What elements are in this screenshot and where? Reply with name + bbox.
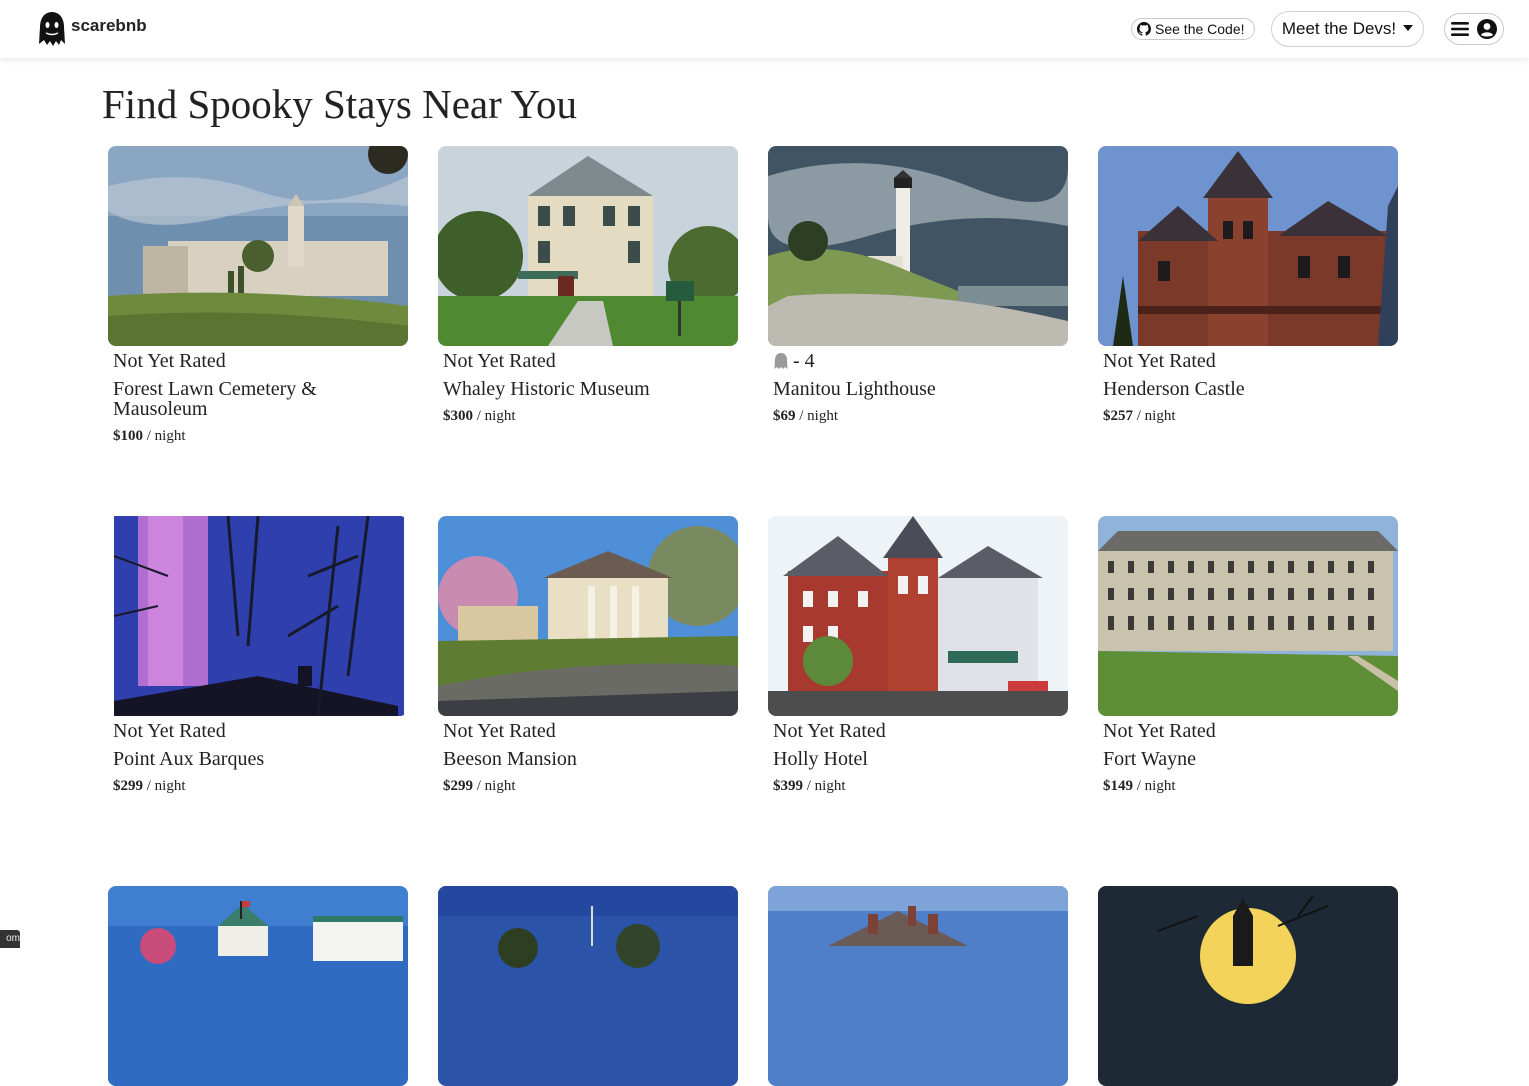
listing-rating: Not Yet Rated xyxy=(443,720,556,742)
listing-name: Holly Hotel xyxy=(773,748,868,770)
listing-name: Fort Wayne xyxy=(1103,748,1197,770)
listing-name: Whaley Historic Museum xyxy=(443,378,650,400)
listing-image[interactable] xyxy=(108,516,408,716)
listing-price: $399 / night xyxy=(773,778,846,794)
meet-the-devs-dropdown[interactable]: Meet the Devs! xyxy=(1271,11,1424,47)
corner-tooltip-tag: om xyxy=(0,930,20,948)
listing-name: Point Aux Barques xyxy=(113,748,265,770)
github-icon xyxy=(1137,22,1151,36)
listing-card[interactable]: Not Yet Rated Point Aux Barques $299 / n… xyxy=(108,516,408,795)
listing-card[interactable]: Not Yet Rated Forest Lawn Cemetery & Mau… xyxy=(108,146,408,445)
listing-card[interactable]: Not Yet Rated Fort Wayne $149 / night xyxy=(1098,516,1398,795)
listing-rating: Not Yet Rated xyxy=(113,350,226,372)
see-the-code-label: See the Code! xyxy=(1155,21,1245,37)
listing-card[interactable] xyxy=(1098,886,1398,1086)
listing-rating: Not Yet Rated xyxy=(773,720,886,742)
listing-image[interactable] xyxy=(1098,886,1398,1086)
ghost-logo-icon xyxy=(39,12,65,46)
brand-name: scarebnb xyxy=(71,16,147,35)
listing-price: $69 / night xyxy=(773,408,839,424)
listing-card[interactable]: Not Yet Rated Henderson Castle $257 / ni… xyxy=(1098,146,1398,425)
user-avatar-icon xyxy=(1477,19,1497,39)
listing-card[interactable] xyxy=(438,886,738,1086)
page-title: Find Spooky Stays Near You xyxy=(102,81,577,127)
ghost-rating-icon xyxy=(774,353,788,369)
listing-card[interactable] xyxy=(768,886,1068,1086)
listing-price: $299 / night xyxy=(443,778,516,794)
listing-price: $257 / night xyxy=(1103,408,1176,424)
listing-rating: - 4 xyxy=(773,349,1068,373)
listing-image[interactable] xyxy=(768,886,1068,1086)
listing-name: Henderson Castle xyxy=(1103,378,1245,400)
user-menu-button[interactable] xyxy=(1444,13,1504,45)
listing-image[interactable] xyxy=(438,146,738,346)
meet-the-devs-label: Meet the Devs! xyxy=(1281,19,1397,38)
top-navbar: scarebnb See the Code! Meet the Devs! xyxy=(0,0,1529,58)
listing-card[interactable]: Not Yet Rated Whaley Historic Museum $30… xyxy=(438,146,738,425)
listing-card[interactable] xyxy=(108,886,408,1086)
listing-price: $299 / night xyxy=(113,778,186,794)
listing-rating: Not Yet Rated xyxy=(443,350,556,372)
listing-rating: Not Yet Rated xyxy=(1103,350,1216,372)
listing-image[interactable] xyxy=(108,146,408,346)
listing-rating: Not Yet Rated xyxy=(1103,720,1216,742)
see-the-code-button[interactable]: See the Code! xyxy=(1131,18,1255,40)
listing-card[interactable]: Not Yet Rated Beeson Mansion $299 / nigh… xyxy=(438,516,738,795)
listing-image[interactable] xyxy=(768,516,1068,716)
home-logo-link[interactable]: scarebnb xyxy=(37,10,147,48)
listing-image[interactable] xyxy=(1098,146,1398,346)
listing-image[interactable] xyxy=(768,146,1068,346)
listing-image[interactable] xyxy=(438,516,738,716)
listing-image[interactable] xyxy=(438,886,738,1086)
listing-name: Beeson Mansion xyxy=(443,748,577,770)
listing-image[interactable] xyxy=(1098,516,1398,716)
listing-card[interactable]: Not Yet Rated Holly Hotel $399 / night xyxy=(768,516,1068,795)
listing-price: $100 / night xyxy=(113,428,186,444)
listing-image[interactable] xyxy=(108,886,408,1086)
hamburger-icon xyxy=(1451,22,1469,36)
caret-down-icon xyxy=(1403,24,1414,31)
listing-name: Forest Lawn Cemetery & Mausoleum xyxy=(113,378,317,420)
listing-card[interactable]: - 4 Manitou Lighthouse $69 / night xyxy=(768,146,1068,425)
listing-price: $300 / night xyxy=(443,408,516,424)
listing-name: Manitou Lighthouse xyxy=(773,378,936,400)
listing-rating: Not Yet Rated xyxy=(113,720,226,742)
listing-price: $149 / night xyxy=(1103,778,1176,794)
